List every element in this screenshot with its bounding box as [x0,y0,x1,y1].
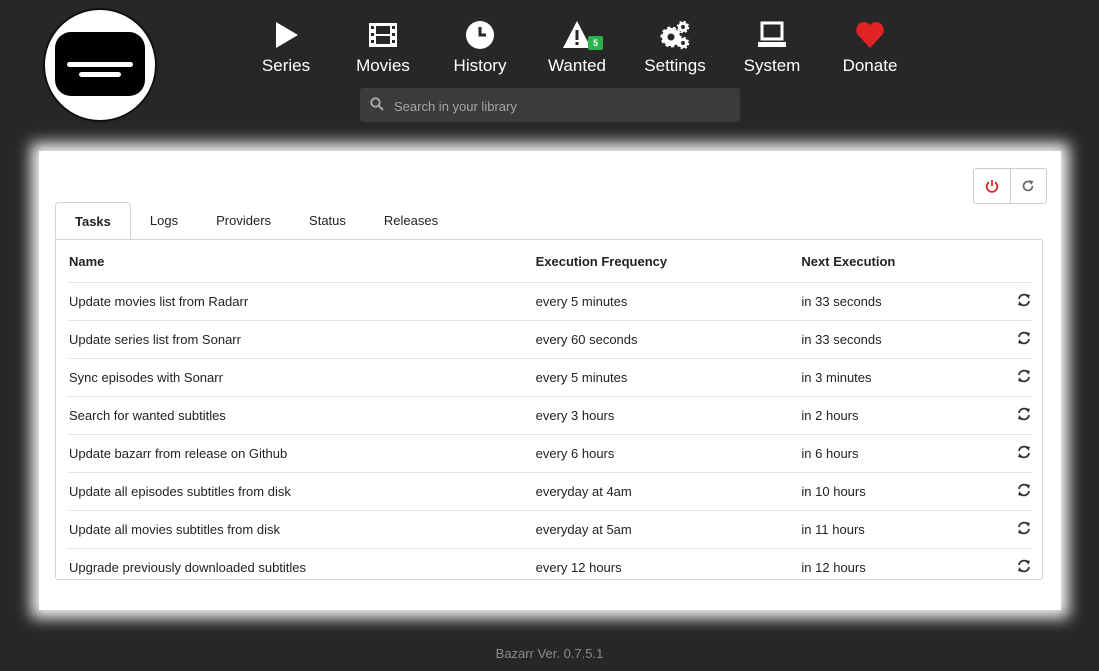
bazarr-logo[interactable] [43,8,157,122]
run-task-button[interactable] [990,358,1032,397]
tab-providers[interactable]: Providers [197,202,290,239]
sync-icon [1018,407,1030,421]
clock-icon [435,20,525,52]
task-frequency: every 5 minutes [534,358,801,397]
sync-icon [1018,331,1030,345]
task-name: Sync episodes with Sonarr [68,358,535,397]
nav-donate[interactable]: Donate [825,20,915,76]
header-next-execution: Next Execution [800,240,991,283]
task-next-execution: in 3 minutes [800,358,991,397]
nav-label: Movies [356,56,410,75]
run-task-button[interactable] [990,320,1032,359]
nav-label: Donate [842,56,898,75]
tasks-tab-content: Name Execution Frequency Next Execution … [55,239,1043,580]
task-next-execution: in 12 hours [801,560,866,575]
table-row: Sync episodes with Sonarr every 5 minutes… [68,358,1032,397]
nav-label: History [453,56,507,75]
warning-icon [532,20,622,52]
run-task-button[interactable] [990,396,1032,435]
nav-series[interactable]: Series [241,20,331,76]
task-name: Update bazarr from release on Github [68,434,535,473]
play-icon [241,20,331,52]
run-task-button[interactable] [990,282,1032,321]
task-frequency: every 5 minutes [534,282,801,321]
task-next-execution: in 2 hours [800,396,991,435]
shutdown-button[interactable] [974,169,1011,203]
tasks-table: Name Execution Frequency Next Execution … [68,240,1032,586]
task-next-execution: in 6 hours [800,434,991,473]
table-row: Search for wanted subtitles every 3 hours… [68,396,1032,435]
task-name: Update all movies subtitles from disk [68,510,535,549]
nav-settings[interactable]: Settings [630,20,720,76]
header-actions [990,240,1032,283]
task-name: Search for wanted subtitles [68,396,535,435]
table-row: Update movies list from Radarr every 5 mi… [68,282,1032,321]
nav-history[interactable]: History [435,20,525,76]
logo-bar [79,72,121,77]
toolbar-buttons [973,168,1047,204]
header-frequency: Execution Frequency [534,240,801,283]
redo-icon [1022,180,1034,192]
sync-icon [1018,483,1030,497]
gears-icon [630,20,720,52]
search-input[interactable] [392,88,736,124]
table-row: Upgrade previously downloaded subtitles e… [68,549,1032,587]
laptop-icon [727,20,817,52]
tab-releases[interactable]: Releases [365,202,457,239]
nav-wanted[interactable]: 5 Wanted [532,20,622,76]
nav-label: Settings [644,56,706,75]
table-row: Update bazarr from release on Github ever… [68,434,1032,473]
restart-button[interactable] [1011,169,1047,203]
nav-label: Wanted [548,56,606,75]
nav-label: Series [261,56,311,75]
header-name: Name [68,240,535,283]
film-icon [338,20,428,52]
task-frequency: everyday at 5am [534,510,801,549]
task-frequency: every 6 hours [534,434,801,473]
task-frequency: every 12 hours [535,560,622,575]
task-name: Upgrade previously downloaded subtitles [69,560,307,575]
table-row: Update all episodes subtitles from disk e… [68,472,1032,511]
sync-icon [1018,445,1030,459]
nav-label: System [743,56,801,75]
tab-status[interactable]: Status [290,202,365,239]
search-box[interactable] [360,88,740,124]
nav-movies[interactable]: Movies [338,20,428,76]
run-task-button[interactable] [990,549,1032,587]
task-name: Update movies list from Radarr [68,282,535,321]
run-task-button[interactable] [990,472,1032,511]
tab-tasks[interactable]: Tasks [55,202,131,239]
sync-icon [1018,521,1030,535]
nav-system[interactable]: System [727,20,817,76]
table-row: Update all movies subtitles from disk eve… [68,510,1032,549]
main-panel: Tasks Logs Providers Status Releases Nam… [39,151,1061,610]
wanted-badge: 5 [588,36,604,50]
version-footer: Bazarr Ver. 0.7.5.1 [495,646,604,661]
sync-icon [1018,293,1030,307]
search-icon [370,97,384,116]
table-header-row: Name Execution Frequency Next Execution [68,240,1032,283]
sync-icon [1018,559,1030,573]
task-next-execution: in 11 hours [800,510,991,549]
task-next-execution: in 33 seconds [800,320,991,359]
logo-bar [67,62,133,67]
tab-bar: Tasks Logs Providers Status Releases [55,202,457,239]
task-next-execution: in 10 hours [800,472,991,511]
task-name: Update all episodes subtitles from disk [68,472,535,511]
run-task-button[interactable] [990,434,1032,473]
tab-logs[interactable]: Logs [131,202,197,239]
table-row: Update series list from Sonarr every 60 s… [68,320,1032,359]
heart-icon [825,20,915,52]
task-frequency: every 60 seconds [534,320,801,359]
task-frequency: every 3 hours [534,396,801,435]
task-name: Update series list from Sonarr [68,320,535,359]
task-next-execution: in 33 seconds [800,282,991,321]
task-frequency: everyday at 4am [534,472,801,511]
run-task-button[interactable] [990,510,1032,549]
power-icon [985,180,998,193]
sync-icon [1018,369,1030,383]
